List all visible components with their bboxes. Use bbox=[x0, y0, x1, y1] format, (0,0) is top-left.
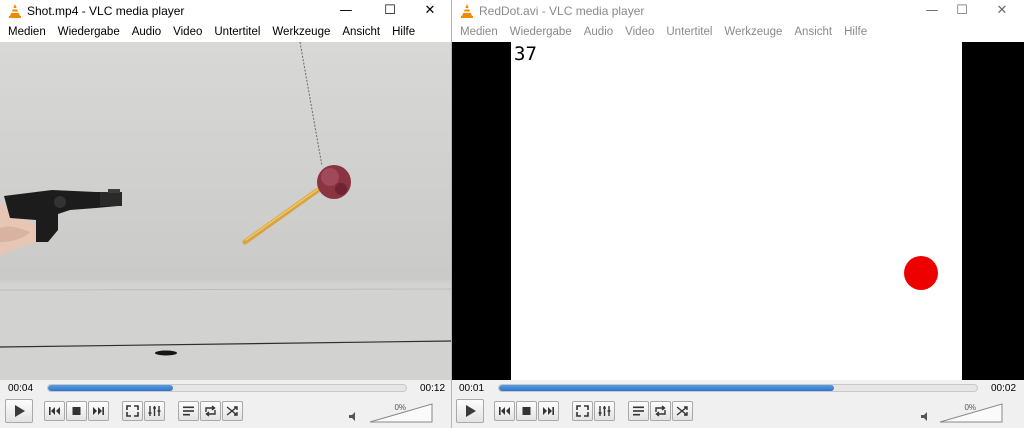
minimize-button[interactable]: — bbox=[326, 0, 366, 22]
vlc-cone-icon bbox=[461, 4, 473, 18]
menu-wiedergabe[interactable]: Wiedergabe bbox=[504, 22, 578, 42]
window-title: RedDot.avi - VLC media player bbox=[479, 4, 645, 18]
seek-row: 00:04 00:12 bbox=[0, 380, 451, 398]
shuffle-icon bbox=[676, 406, 688, 416]
extended-settings-icon bbox=[148, 406, 161, 416]
play-icon bbox=[466, 405, 476, 417]
window-title: Shot.mp4 - VLC media player bbox=[27, 4, 185, 18]
shuffle-icon bbox=[226, 406, 238, 416]
fullscreen-button[interactable] bbox=[122, 401, 143, 421]
playlist-button[interactable] bbox=[178, 401, 199, 421]
menu-untertitel[interactable]: Untertitel bbox=[660, 22, 718, 42]
fullscreen-icon bbox=[576, 405, 589, 417]
next-button[interactable] bbox=[538, 401, 559, 421]
menu-hilfe[interactable]: Hilfe bbox=[386, 22, 421, 42]
red-dot bbox=[904, 256, 938, 290]
menu-werkzeuge[interactable]: Werkzeuge bbox=[718, 22, 788, 42]
vlc-cone-icon bbox=[9, 4, 21, 18]
volume-percent: 0% bbox=[964, 403, 976, 412]
seek-bar[interactable] bbox=[498, 384, 978, 392]
close-button[interactable]: ✕ bbox=[410, 0, 450, 22]
vlc-window-reddot: RedDot.avi - VLC media player — ☐ ✕ Medi… bbox=[452, 0, 1024, 428]
extended-settings-button[interactable] bbox=[594, 401, 615, 421]
stop-icon bbox=[72, 407, 81, 415]
menu-video[interactable]: Video bbox=[167, 22, 208, 42]
total-time: 00:02 bbox=[991, 383, 1017, 394]
next-button[interactable] bbox=[88, 401, 109, 421]
shuffle-button[interactable] bbox=[222, 401, 243, 421]
stop-button[interactable] bbox=[516, 401, 537, 421]
menu-untertitel[interactable]: Untertitel bbox=[208, 22, 266, 42]
elapsed-time: 00:04 bbox=[8, 383, 34, 394]
elapsed-time: 00:01 bbox=[459, 383, 485, 394]
menu-wiedergabe[interactable]: Wiedergabe bbox=[52, 22, 126, 42]
menu-bar: Medien Wiedergabe Audio Video Untertitel… bbox=[0, 22, 451, 42]
menu-bar: Medien Wiedergabe Audio Video Untertitel… bbox=[452, 22, 1024, 42]
video-area[interactable] bbox=[0, 42, 451, 380]
prev-icon bbox=[49, 407, 60, 415]
previous-button[interactable] bbox=[44, 401, 65, 421]
extended-settings-icon bbox=[598, 406, 611, 416]
title-bar[interactable]: Shot.mp4 - VLC media player — ☐ ✕ bbox=[0, 0, 451, 22]
menu-audio[interactable]: Audio bbox=[126, 22, 167, 42]
stop-icon bbox=[522, 407, 531, 415]
seek-bar-fill bbox=[48, 385, 174, 391]
loop-button[interactable] bbox=[200, 401, 221, 421]
shuffle-button[interactable] bbox=[672, 401, 693, 421]
volume-slider[interactable]: 0% bbox=[368, 402, 434, 424]
control-bar: 0% bbox=[452, 398, 1024, 426]
seek-row: 00:01 00:02 bbox=[452, 380, 1024, 398]
loop-button[interactable] bbox=[650, 401, 671, 421]
control-bar: 0% bbox=[0, 398, 451, 426]
total-time: 00:12 bbox=[420, 383, 446, 394]
menu-medien[interactable]: Medien bbox=[2, 22, 52, 42]
play-button[interactable] bbox=[456, 399, 484, 423]
volume-percent: 0% bbox=[394, 403, 406, 412]
extended-settings-button[interactable] bbox=[144, 401, 165, 421]
play-button[interactable] bbox=[5, 399, 33, 423]
previous-button[interactable] bbox=[494, 401, 515, 421]
loop-icon bbox=[655, 405, 666, 417]
volume-slider[interactable]: 0% bbox=[938, 402, 1004, 424]
menu-medien[interactable]: Medien bbox=[454, 22, 504, 42]
menu-hilfe[interactable]: Hilfe bbox=[838, 22, 873, 42]
play-icon bbox=[15, 405, 25, 417]
title-bar[interactable]: RedDot.avi - VLC media player — ☐ ✕ bbox=[452, 0, 1024, 22]
video-frame-image bbox=[0, 42, 451, 380]
vlc-window-shot: Shot.mp4 - VLC media player — ☐ ✕ Medien… bbox=[0, 0, 452, 428]
loop-icon bbox=[205, 405, 216, 417]
next-icon bbox=[543, 407, 554, 415]
fullscreen-button[interactable] bbox=[572, 401, 593, 421]
playlist-icon bbox=[183, 406, 194, 416]
prev-icon bbox=[499, 407, 510, 415]
video-area[interactable]: 37 bbox=[452, 42, 1024, 380]
speaker-icon[interactable] bbox=[348, 411, 360, 422]
menu-video[interactable]: Video bbox=[619, 22, 660, 42]
next-icon bbox=[93, 407, 104, 415]
maximize-button[interactable]: ☐ bbox=[942, 0, 982, 22]
playlist-icon bbox=[633, 406, 644, 416]
playlist-button[interactable] bbox=[628, 401, 649, 421]
menu-audio[interactable]: Audio bbox=[578, 22, 619, 42]
stop-button[interactable] bbox=[66, 401, 87, 421]
seek-bar-fill bbox=[499, 385, 834, 391]
close-button[interactable]: ✕ bbox=[982, 0, 1022, 22]
frame-number: 37 bbox=[514, 43, 537, 65]
menu-werkzeuge[interactable]: Werkzeuge bbox=[266, 22, 336, 42]
menu-ansicht[interactable]: Ansicht bbox=[336, 22, 386, 42]
maximize-button[interactable]: ☐ bbox=[370, 0, 410, 22]
speaker-icon[interactable] bbox=[920, 411, 932, 422]
video-frame: 37 bbox=[511, 42, 962, 380]
menu-ansicht[interactable]: Ansicht bbox=[788, 22, 838, 42]
seek-bar[interactable] bbox=[47, 384, 407, 392]
fullscreen-icon bbox=[126, 405, 139, 417]
